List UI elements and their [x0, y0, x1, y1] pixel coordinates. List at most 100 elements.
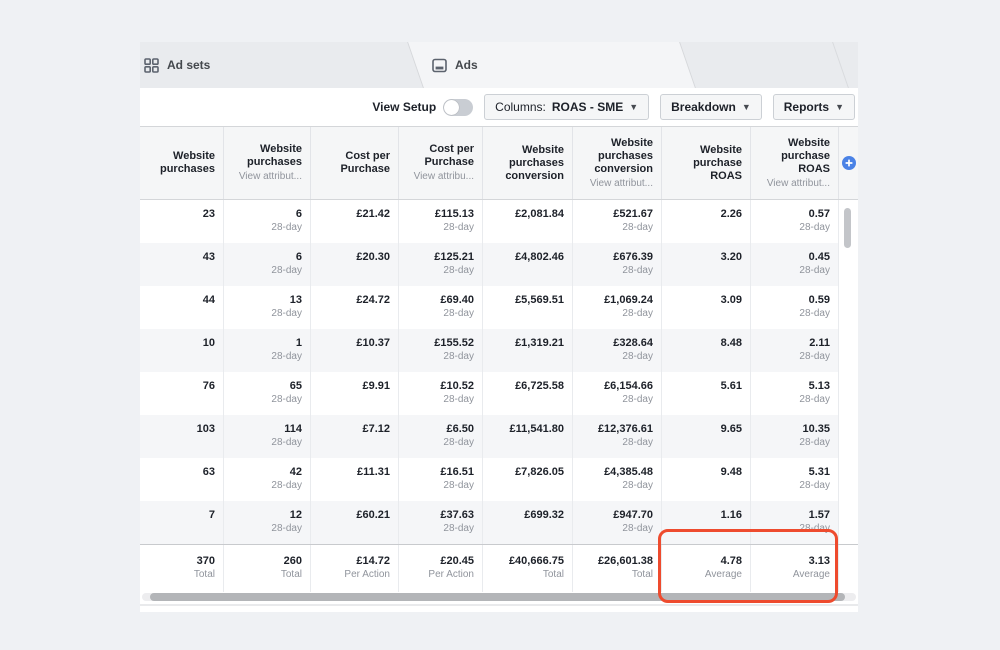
cell-value: £10.37 — [356, 336, 390, 350]
cell-value: 42 — [290, 465, 302, 479]
view-setup-toggle[interactable] — [443, 99, 473, 116]
totals-cell: £40,666.75Total — [482, 545, 572, 592]
cell-value: 13 — [290, 293, 302, 307]
totals-value: 4.78 — [721, 554, 742, 568]
chevron-down-icon: ▼ — [835, 103, 844, 112]
table-cell: £37.6328-day — [398, 501, 482, 544]
table-cell: 1228-day — [223, 501, 310, 544]
column-title: Website purchases conversion — [491, 144, 564, 183]
cell-value: £11.31 — [357, 465, 390, 479]
attribution-window-label: 28-day — [622, 221, 653, 234]
column-header-5[interactable]: Website purchases conversionView attribu… — [572, 127, 661, 199]
attribution-window-label: 28-day — [799, 350, 830, 363]
add-column-cell — [838, 127, 858, 199]
cell-value: 1.57 — [809, 508, 830, 522]
cell-value: £125.21 — [434, 250, 474, 264]
table-cell: £4,385.4828-day — [572, 458, 661, 501]
add-column-button[interactable] — [842, 156, 856, 170]
table-row[interactable]: 10128-day£10.37£155.5228-day£1,319.21£32… — [140, 329, 858, 372]
cell-value: £4,385.48 — [604, 465, 653, 479]
cell-value: 10.35 — [802, 422, 830, 436]
cell-value: £6,725.58 — [515, 379, 564, 393]
cell-value: 0.45 — [809, 250, 830, 264]
column-header-4[interactable]: Website purchases conversion — [482, 127, 572, 199]
attribution-window-label: 28-day — [271, 264, 302, 277]
table-row[interactable]: 71228-day£60.21£37.6328-day£699.32£947.7… — [140, 501, 858, 544]
breakdown-dropdown-button[interactable]: Breakdown ▼ — [660, 94, 762, 120]
cell-value: £12,376.61 — [598, 422, 653, 436]
column-header-1[interactable]: Website purchasesView attribut... — [223, 127, 310, 199]
table-cell: 103 — [140, 415, 223, 458]
attribution-window-label: 28-day — [799, 479, 830, 492]
table-cell: £10.5228-day — [398, 372, 482, 415]
attribution-window-label: 28-day — [799, 221, 830, 234]
attribution-link[interactable]: View attribut... — [590, 177, 653, 190]
table-row[interactable]: 43628-day£20.30£125.2128-day£4,802.46£67… — [140, 243, 858, 286]
totals-value: £14.72 — [356, 554, 390, 568]
columns-prefix-label: Columns: — [495, 100, 546, 114]
cell-value: 76 — [203, 379, 215, 393]
cell-value: £6.50 — [446, 422, 474, 436]
cell-value: £6,154.66 — [604, 379, 653, 393]
table-cell: £1,069.2428-day — [572, 286, 661, 329]
table-row[interactable]: 634228-day£11.31£16.5128-day£7,826.05£4,… — [140, 458, 858, 501]
cell-value: £24.72 — [356, 293, 390, 307]
totals-cell: £14.72Per Action — [310, 545, 398, 592]
cell-value: 8.48 — [721, 336, 742, 350]
cell-value: £1,319.21 — [515, 336, 564, 350]
table-cell: 9.48 — [661, 458, 750, 501]
horizontal-scrollbar-thumb[interactable] — [150, 593, 845, 601]
chevron-down-icon: ▼ — [629, 103, 638, 112]
scroll-gutter-cell — [838, 545, 858, 592]
totals-type-label: Total — [194, 568, 215, 581]
reports-label: Reports — [784, 100, 829, 114]
ad-sets-icon — [144, 58, 159, 73]
totals-type-label: Average — [705, 568, 742, 581]
cell-value: £947.70 — [613, 508, 653, 522]
cell-value: 2.11 — [809, 336, 830, 350]
attribution-link[interactable]: View attribu... — [414, 170, 474, 183]
column-header-3[interactable]: Cost per PurchaseView attribu... — [398, 127, 482, 199]
scroll-gutter-cell — [838, 501, 858, 544]
table-row[interactable]: 23628-day£21.42£115.1328-day£2,081.84£52… — [140, 200, 858, 243]
attribution-link[interactable]: View attribut... — [767, 177, 830, 190]
table-row[interactable]: 10311428-day£7.12£6.5028-day£11,541.80£1… — [140, 415, 858, 458]
table-cell: £7.12 — [310, 415, 398, 458]
tab-ads[interactable]: Ads — [432, 42, 478, 88]
totals-cell: £20.45Per Action — [398, 545, 482, 592]
vertical-scrollbar-thumb[interactable] — [844, 208, 851, 248]
cell-value: £7.12 — [362, 422, 390, 436]
table-row[interactable]: 441328-day£24.72£69.4028-day£5,569.51£1,… — [140, 286, 858, 329]
attribution-window-label: 28-day — [622, 393, 653, 406]
table-cell: 0.5728-day — [750, 200, 838, 243]
table-cell: £11.31 — [310, 458, 398, 501]
column-header-6[interactable]: Website purchase ROAS — [661, 127, 750, 199]
attribution-window-label: 28-day — [799, 393, 830, 406]
column-header-0[interactable]: Website purchases — [140, 127, 223, 199]
cell-value: 5.61 — [721, 379, 742, 393]
reports-dropdown-button[interactable]: Reports ▼ — [773, 94, 855, 120]
cell-value: 5.13 — [809, 379, 830, 393]
attribution-window-label: 28-day — [799, 522, 830, 535]
table-cell: £2,081.84 — [482, 200, 572, 243]
column-header-7[interactable]: Website purchase ROASView attribut... — [750, 127, 838, 199]
columns-dropdown-button[interactable]: Columns: ROAS - SME ▼ — [484, 94, 649, 120]
cell-value: £155.52 — [434, 336, 474, 350]
table-cell: 10 — [140, 329, 223, 372]
column-title: Website purchases — [232, 143, 302, 169]
table-cell: £12,376.6128-day — [572, 415, 661, 458]
breakdown-label: Breakdown — [671, 100, 736, 114]
cell-value: £1,069.24 — [604, 293, 653, 307]
scroll-gutter-cell — [838, 415, 858, 458]
table-cell: 11428-day — [223, 415, 310, 458]
table-cell: 628-day — [223, 243, 310, 286]
table-cell: £6,725.58 — [482, 372, 572, 415]
table-row[interactable]: 766528-day£9.91£10.5228-day£6,725.58£6,1… — [140, 372, 858, 415]
attribution-window-label: 28-day — [443, 479, 474, 492]
tab-ad-sets[interactable]: Ad sets — [144, 42, 210, 88]
cell-value: 65 — [290, 379, 302, 393]
cell-value: 12 — [290, 508, 302, 522]
attribution-link[interactable]: View attribut... — [239, 170, 302, 183]
cell-value: £10.52 — [440, 379, 474, 393]
column-header-2[interactable]: Cost per Purchase — [310, 127, 398, 199]
